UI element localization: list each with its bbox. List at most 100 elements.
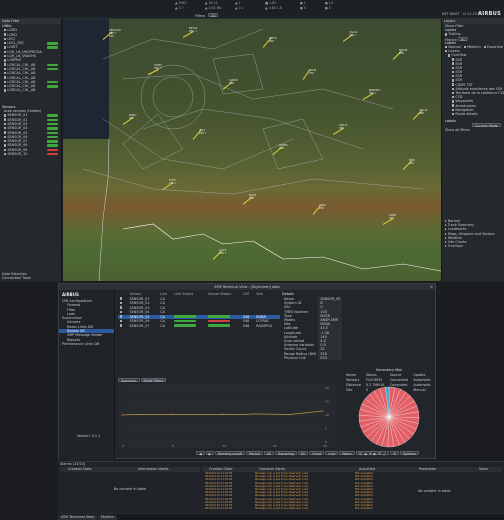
aircraft-label[interactable]: AEA12 280	[419, 109, 428, 115]
aircraft-label[interactable]: EZY22 260 →	[189, 27, 197, 33]
airway-line	[82, 168, 424, 195]
chart-control[interactable]: Norm	[339, 451, 355, 456]
aircraft-label[interactable]: VOE1 230	[319, 204, 326, 210]
left-filter-panel: Data Filter LINKs LGRD LGRD LRCJ LRCL_REC LG…	[0, 19, 62, 282]
chart-control[interactable]: Live	[325, 451, 339, 456]
data-point	[305, 412, 307, 414]
info-alerts-column[interactable]: Information Alerts	[130, 467, 200, 472]
status-bar	[47, 127, 58, 130]
sensor-status-bar	[207, 319, 230, 323]
alarms-panel: Alarms (15/15) Creation Date Information …	[58, 461, 504, 513]
aircraft-label[interactable]: TAP91 350 ↑	[154, 64, 162, 70]
label-option-radio[interactable]: Medium	[463, 45, 481, 49]
aircraft-label[interactable]: RYR44 290	[399, 49, 407, 55]
row-checkbox[interactable]	[120, 306, 123, 309]
x-tick-label: 6	[172, 444, 174, 448]
aircraft-label[interactable]: HOP51 210	[279, 144, 288, 150]
layer-tree-item[interactable]: Route details	[442, 112, 504, 116]
window-title: ATM Technical View - [SkyScreen] data	[214, 285, 280, 289]
aircraft-label[interactable]: TVF9 270 ↓	[169, 179, 177, 185]
pie-control[interactable]: ⟲	[389, 451, 399, 456]
pie-control[interactable]: ▶	[370, 451, 380, 456]
aircraft-label[interactable]: EIN2 320	[409, 159, 415, 165]
chart-control[interactable]: Bearing on/off	[215, 451, 246, 456]
status-bar	[47, 118, 58, 122]
current-mode-button[interactable]: Current Mode	[471, 123, 501, 128]
aircraft-label[interactable]: NAX4 380	[249, 194, 256, 200]
info-alerts-header: Creation Date Information Alerts	[60, 467, 200, 472]
info-alerts-column[interactable]: Creation Date	[60, 467, 130, 472]
aircraft-label[interactable]: LOG3 190 ↑	[219, 249, 227, 255]
status-stat: ● 0	[325, 6, 331, 10]
airway-line	[102, 28, 264, 60]
item-label: SENSOR_10	[7, 152, 28, 157]
status-stat: ▲ 0040	[175, 1, 187, 5]
filters-select[interactable]: All	[208, 13, 219, 18]
chart-control[interactable]: ▶	[205, 451, 215, 456]
nav-list: CMI configuration General Filter Leds Superv…	[59, 299, 114, 346]
aircraft-label[interactable]: BAW301 300 ↓	[369, 89, 380, 95]
filter-list-item[interactable]: SENSOR_10	[0, 152, 61, 156]
right-bottom-menu: ▸ Normal ▸ Track Summary ▸ Landmarks ▸ Maps…	[442, 219, 504, 248]
taskbar-tab[interactable]: ATM Technical View	[58, 515, 97, 520]
aircraft-label[interactable]: VLG12 310 ↓	[349, 31, 358, 37]
chart-control[interactable]: ◀	[196, 451, 205, 456]
pie-control[interactable]: Options	[399, 451, 419, 456]
chart-control[interactable]: Sampling	[275, 451, 297, 456]
aircraft-label[interactable]: AFR1234 320 ↑ 150	[109, 29, 121, 38]
row-checkbox[interactable]	[120, 324, 123, 327]
menu-item-label: Overlays	[447, 244, 463, 249]
technical-view-window: ATM Technical View - [SkyScreen] data ✕ …	[58, 283, 437, 460]
sensor-status-bar	[207, 324, 230, 327]
alarm-row[interactable]: 2019.04.10 21:52:65 Mensaje: link is put …	[203, 507, 502, 510]
row-checkbox-cell[interactable]	[118, 324, 127, 329]
airport-ring-outer	[140, 64, 206, 130]
taskbar-tab[interactable]: SkyScrn	[97, 515, 118, 520]
sector-boundary	[212, 53, 264, 95]
aircraft-label[interactable]: DLH8 370	[309, 69, 316, 75]
filters-control[interactable]: Filters All	[195, 13, 219, 18]
link-status-bar	[174, 319, 197, 323]
chart-control[interactable]: Period	[246, 451, 263, 456]
aircraft-label[interactable]: KLM20 330	[229, 79, 238, 85]
menu-item[interactable]: ▸ Overlays	[442, 244, 504, 248]
x-tick-label: 12	[223, 444, 227, 448]
nav-item[interactable]: Performance Links DB	[59, 342, 114, 346]
info-empty-message: No content in table	[113, 487, 147, 491]
chart-tab[interactable]: Blind Filters	[140, 378, 167, 383]
taskbar: ATM Technical View SkyScrn	[58, 513, 504, 520]
pie-control[interactable]: ◀	[361, 451, 370, 456]
label-option-radio[interactable]: Expertise	[483, 45, 503, 49]
status-bar	[47, 140, 58, 143]
row-checkbox[interactable]	[120, 297, 123, 300]
operator-alerts-column[interactable]: Parameter	[413, 467, 473, 472]
row-checkbox[interactable]	[120, 301, 123, 305]
aircraft-label[interactable]: IBS3 240 ↑	[199, 129, 207, 135]
chart-tabs: Statistics Blind Filters	[118, 378, 167, 383]
chart-control[interactable]: Chart	[309, 451, 325, 456]
row-checkbox[interactable]	[120, 310, 123, 314]
aircraft-label[interactable]: IBE55 340	[269, 37, 276, 43]
operator-alerts-column[interactable]: Value	[473, 467, 502, 472]
aircraft-label[interactable]: AFR77 390	[339, 124, 347, 130]
aircraft-label[interactable]: SWR7 360	[129, 114, 137, 120]
radar-map[interactable]: AFR1234 320 ↑ 150 EZY22 260 → IBE55 340 VLG…	[63, 19, 441, 281]
connection-tools-item[interactable]: Connection Tools	[0, 276, 62, 280]
detail-value[interactable]: E03	[318, 355, 343, 361]
link-status-bar	[174, 324, 197, 327]
row-checkbox[interactable]	[120, 319, 123, 323]
row-checkbox[interactable]	[120, 315, 123, 318]
y-tick-label: 5	[325, 427, 327, 431]
pie-control[interactable]: ⤢	[380, 451, 389, 456]
filter-list-item[interactable]: LGRCAL_CHL_AB	[0, 88, 61, 92]
version-label: Version: 2.1.1	[77, 434, 101, 438]
chart-control[interactable]: All	[297, 451, 309, 456]
sensor-main-view: Sensor Link Link Status Sensor Status CAT Sit…	[116, 290, 437, 460]
aircraft-label[interactable]: UAE8 400	[389, 214, 396, 220]
chart-tab[interactable]: Statistics	[118, 378, 140, 383]
show-all-filters[interactable]: Show all filters	[442, 128, 504, 132]
history-input[interactable]: 60	[458, 36, 469, 42]
chart-control[interactable]: All	[263, 451, 274, 456]
status-stat: ● 0	[300, 6, 306, 10]
sensor-row[interactable]: SENSOR_07 CA 048 RAD8PCA	[118, 324, 280, 329]
